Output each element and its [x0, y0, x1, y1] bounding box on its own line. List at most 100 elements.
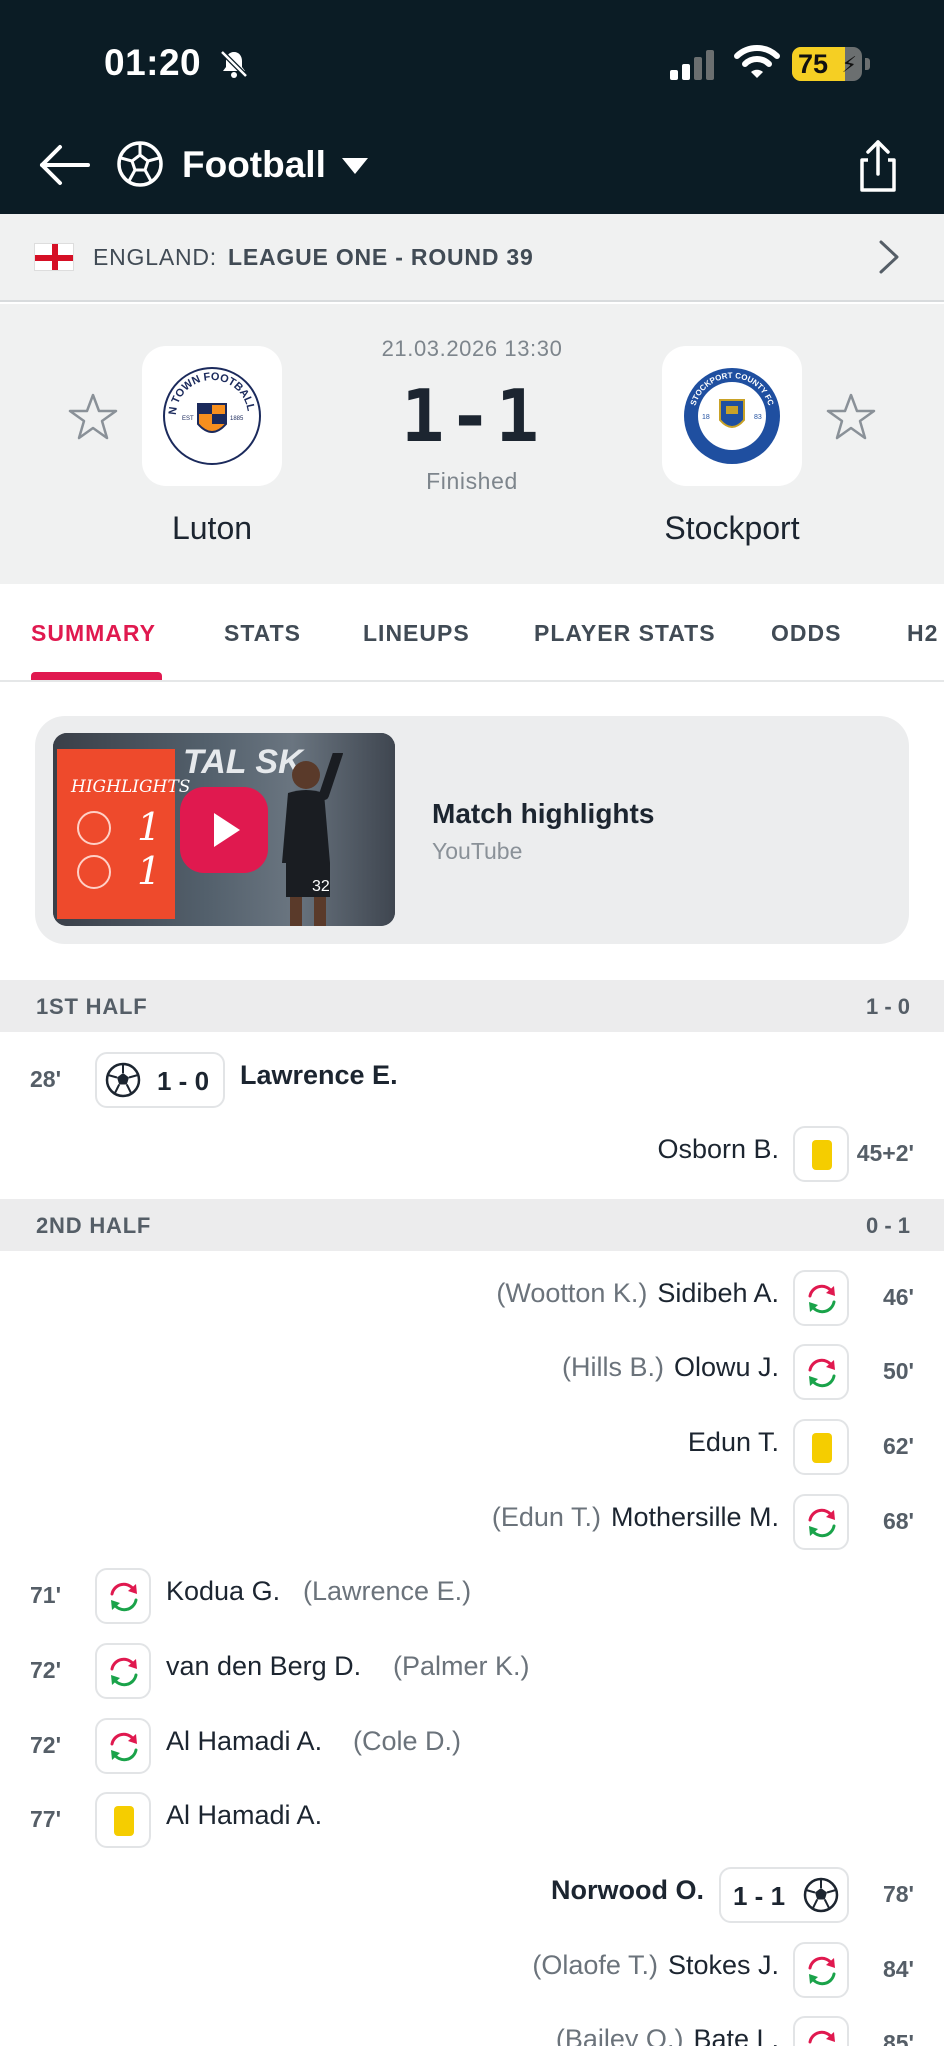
incident-row[interactable]: (Edun T.) Mothersille M. 68' — [0, 1484, 944, 1558]
incident-row[interactable]: Edun T. 62' — [0, 1409, 944, 1483]
cellular-signal-icon — [670, 50, 714, 80]
substitution-out-player[interactable]: (Palmer K.) — [393, 1651, 530, 1682]
match-date: 21.03.2026 13:30 — [381, 336, 563, 361]
match-status: Finished — [426, 468, 518, 494]
player-name[interactable]: Edun T. — [688, 1427, 779, 1457]
away-team-crest[interactable]: STOCKPORT COUNTY FC 18 83 — [662, 346, 802, 486]
substitution-icon — [808, 1956, 836, 1986]
incident-minute: 46' — [882, 1284, 914, 1310]
player-name[interactable]: Kodua G. — [166, 1576, 280, 1607]
player-name[interactable]: Sidibeh A. — [657, 1278, 779, 1308]
home-team-name[interactable]: Luton — [92, 510, 332, 547]
second-half-header: 2ND HALF 0 - 1 — [0, 1199, 944, 1251]
highlights-title[interactable]: Match highlights — [432, 798, 654, 830]
incident-row[interactable]: (Hills B.) Olowu J. 50' — [0, 1334, 944, 1408]
substitution-icon — [808, 2030, 835, 2044]
tab-player-stats[interactable]: PLAYER STATS — [534, 620, 716, 647]
incident-row[interactable]: 72' van den Berg D. (Palmer K.) — [0, 1633, 944, 1707]
substitution-box — [793, 1270, 849, 1326]
player-name[interactable]: Stokes J. — [668, 1950, 779, 1980]
substitution-icon — [808, 1358, 836, 1388]
substitution-box — [95, 1643, 151, 1699]
yellow-card-box — [793, 1419, 849, 1475]
tab-lineups[interactable]: LINEUPS — [363, 620, 470, 647]
sport-selector-label[interactable]: Football — [182, 144, 326, 186]
incident-minute: 85' — [882, 2030, 914, 2046]
bell-muted-icon — [220, 50, 248, 78]
yellow-card-icon — [114, 1806, 134, 1836]
substitution-out-player[interactable]: (Hills B.) — [562, 1352, 664, 1382]
tab-summary[interactable]: SUMMARY — [31, 620, 156, 647]
substitution-out-player[interactable]: (Olaofe T.) — [532, 1950, 658, 1980]
incident-text: (Edun T.) Mothersille M. — [492, 1502, 779, 1533]
thumbnail-home-score: 1 — [137, 805, 162, 849]
player-name[interactable]: Bate L. — [693, 2024, 779, 2046]
thumbnail-home-crest-icon — [77, 811, 111, 845]
tab-odds[interactable]: ODDS — [771, 620, 841, 647]
substitution-icon — [110, 1582, 138, 1612]
substitution-icon — [808, 1284, 836, 1314]
charging-bolt-icon: ⚡ — [841, 52, 857, 77]
battery-tip — [865, 58, 870, 70]
tab-stats[interactable]: STATS — [224, 620, 301, 647]
favorite-away-star-icon[interactable] — [826, 392, 876, 442]
incident-text: (Wootton K.) Sidibeh A. — [496, 1278, 779, 1309]
thumbnail-player-figure: 32 — [282, 753, 343, 926]
player-name[interactable]: Norwood O. — [551, 1875, 704, 1906]
substitution-out-player[interactable]: (Wootton K.) — [496, 1278, 647, 1308]
incident-row[interactable]: Osborn B. 45+2' — [0, 1116, 944, 1190]
incident-row[interactable]: 71' Kodua G. (Lawrence E.) — [0, 1558, 944, 1632]
battery-percent: 75 — [798, 49, 829, 79]
incident-row[interactable]: Norwood O. 1 - 1 78' — [0, 1857, 944, 1931]
substitution-box — [793, 2016, 849, 2046]
substitution-out-player[interactable]: (Bailey O.) — [556, 2024, 684, 2046]
football-icon[interactable] — [116, 140, 164, 188]
incident-minute: 77' — [30, 1806, 62, 1832]
incident-row[interactable]: (Bailey O.) Bate L. 85' — [0, 2006, 944, 2046]
caret-down-icon[interactable] — [340, 156, 370, 176]
league-name[interactable]: LEAGUE ONE - ROUND 39 — [228, 244, 534, 271]
player-name[interactable]: Mothersille M. — [611, 1502, 779, 1532]
goal-score-box: 1 - 0 — [95, 1052, 225, 1108]
substitution-out-player[interactable]: (Lawrence E.) — [303, 1576, 471, 1607]
wifi-icon — [734, 45, 780, 78]
half-score: 0 - 1 — [865, 1213, 910, 1238]
away-crest-year: 83 — [754, 414, 762, 421]
tab-h2h[interactable]: H2 — [907, 620, 938, 647]
incident-row[interactable]: 28' 1 - 0 Lawrence E. — [0, 1042, 944, 1116]
incident-text: (Bailey O.) Bate L. — [556, 2024, 779, 2046]
share-icon[interactable] — [854, 138, 902, 194]
incident-row[interactable]: 72' Al Hamadi A. (Cole D.) — [0, 1708, 944, 1782]
substitution-out-player[interactable]: (Edun T.) — [492, 1502, 601, 1532]
football-icon — [105, 1062, 141, 1098]
incident-row[interactable]: (Wootton K.) Sidibeh A. 46' — [0, 1260, 944, 1334]
incident-minute: 72' — [30, 1657, 62, 1683]
away-team-name[interactable]: Stockport — [612, 510, 852, 547]
play-button-icon[interactable] — [180, 787, 268, 873]
incident-row[interactable]: 77' Al Hamadi A. — [0, 1782, 944, 1856]
incident-minute: 78' — [882, 1881, 914, 1907]
substitution-out-player[interactable]: (Cole D.) — [353, 1726, 461, 1757]
away-crest-est: 18 — [702, 414, 710, 421]
match-score: 1-1 — [400, 374, 544, 458]
player-name[interactable]: Al Hamadi A. — [166, 1800, 322, 1831]
incident-row[interactable]: (Olaofe T.) Stokes J. 84' — [0, 1932, 944, 2006]
league-country: ENGLAND: — [93, 244, 217, 270]
yellow-card-box — [95, 1792, 151, 1848]
player-name[interactable]: Lawrence E. — [240, 1060, 398, 1091]
football-icon — [803, 1877, 839, 1913]
incident-minute: 45+2' — [856, 1140, 914, 1166]
half-score: 1 - 0 — [865, 994, 910, 1019]
player-name[interactable]: Olowu J. — [674, 1352, 779, 1382]
player-name[interactable]: van den Berg D. — [166, 1651, 361, 1682]
player-name[interactable]: Osborn B. — [657, 1134, 779, 1164]
substitution-box — [793, 1494, 849, 1550]
chevron-right-icon[interactable] — [876, 238, 902, 276]
half-label: 1ST HALF — [36, 994, 148, 1019]
substitution-box — [793, 1942, 849, 1998]
player-name[interactable]: Al Hamadi A. — [166, 1726, 322, 1757]
incident-text: Osborn B. — [657, 1134, 779, 1165]
back-arrow-icon[interactable] — [36, 140, 94, 190]
thumbnail-away-score: 1 — [137, 849, 162, 893]
thumbnail-highlights-label: HIGHLIGHTS — [71, 777, 191, 797]
